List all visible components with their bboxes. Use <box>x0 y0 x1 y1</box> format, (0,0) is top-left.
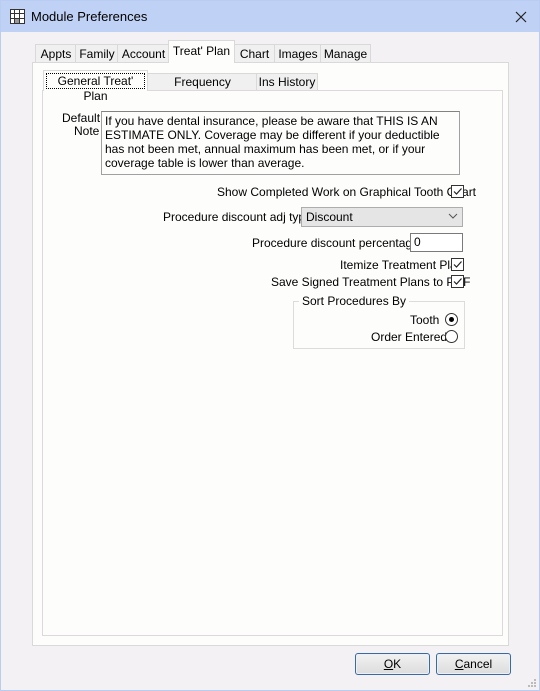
subtab-frequency-checking[interactable]: Frequency Checking <box>147 73 258 105</box>
cancel-label: ancel <box>463 657 493 671</box>
default-note-textarea[interactable]: If you have dental insurance, please be … <box>101 111 460 175</box>
checkmark-icon <box>453 188 462 195</box>
subtab-ins-history[interactable]: Ins History <box>256 73 318 91</box>
tab-images[interactable]: Images <box>274 44 322 63</box>
discount-percentage-label: Procedure discount percentage <box>252 236 419 250</box>
tab-label: Family <box>79 47 115 61</box>
tab-label: Appts <box>40 47 72 61</box>
sort-order-entered-label: Order Entered <box>371 330 448 344</box>
cancel-button[interactable]: Cancel <box>436 653 511 675</box>
checkmark-icon <box>453 261 462 268</box>
close-button[interactable] <box>511 7 531 27</box>
discount-adj-type-dropdown[interactable]: Discount <box>301 207 463 227</box>
tab-label: Images <box>278 47 318 61</box>
tab-account[interactable]: Account <box>117 44 170 63</box>
itemize-treatment-plan-label: Itemize Treatment Plan <box>340 258 464 272</box>
tab-manage[interactable]: Manage <box>320 44 371 63</box>
ok-accel: O <box>383 657 394 671</box>
grid-app-icon <box>10 9 25 24</box>
radio-selected-dot <box>449 317 454 322</box>
sort-tooth-label: Tooth <box>410 313 440 327</box>
default-note-label-2: Note <box>74 124 100 138</box>
tab-appts[interactable]: Appts <box>35 44 77 63</box>
ok-label: K <box>393 657 402 671</box>
discount-percentage-input[interactable]: 0 <box>410 233 463 252</box>
itemize-treatment-plan-checkbox[interactable] <box>451 258 464 271</box>
save-signed-pdf-checkbox[interactable] <box>451 275 464 288</box>
chevron-down-icon <box>448 213 458 219</box>
subtab-label: Ins History <box>258 75 316 89</box>
close-icon <box>515 11 527 23</box>
tab-treat-plan[interactable]: Treat' Plan <box>168 40 235 63</box>
tab-chart[interactable]: Chart <box>233 44 276 63</box>
tab-label: Manage <box>323 47 368 61</box>
window-title: Module Preferences <box>31 9 148 24</box>
sort-order-entered-radio[interactable] <box>445 330 458 343</box>
tab-label: Treat' Plan <box>172 44 231 58</box>
discount-adj-type-value: Discount <box>306 210 353 224</box>
show-completed-work-checkbox[interactable] <box>451 185 464 198</box>
tab-label: Chart <box>239 47 270 61</box>
sort-procedures-title: Sort Procedures By <box>299 294 410 308</box>
save-signed-pdf-label: Save Signed Treatment Plans to PDF <box>271 275 471 289</box>
module-preferences-window: Module Preferences Appts Family Account … <box>0 0 540 691</box>
show-completed-work-label: Show Completed Work on Graphical Tooth C… <box>217 185 477 199</box>
tab-label: Account <box>121 47 166 61</box>
default-note-label: Default <box>62 111 101 125</box>
discount-adj-type-label: Procedure discount adj type <box>163 210 312 224</box>
ok-button[interactable]: OK <box>355 653 430 675</box>
subtab-general-treat-plan[interactable]: General Treat' Plan <box>43 70 148 103</box>
title-bar[interactable]: Module Preferences <box>1 1 539 32</box>
tab-family[interactable]: Family <box>75 44 119 63</box>
checkmark-icon <box>453 278 462 285</box>
resize-grip-icon[interactable] <box>527 678 537 688</box>
sort-tooth-radio[interactable] <box>445 313 458 326</box>
